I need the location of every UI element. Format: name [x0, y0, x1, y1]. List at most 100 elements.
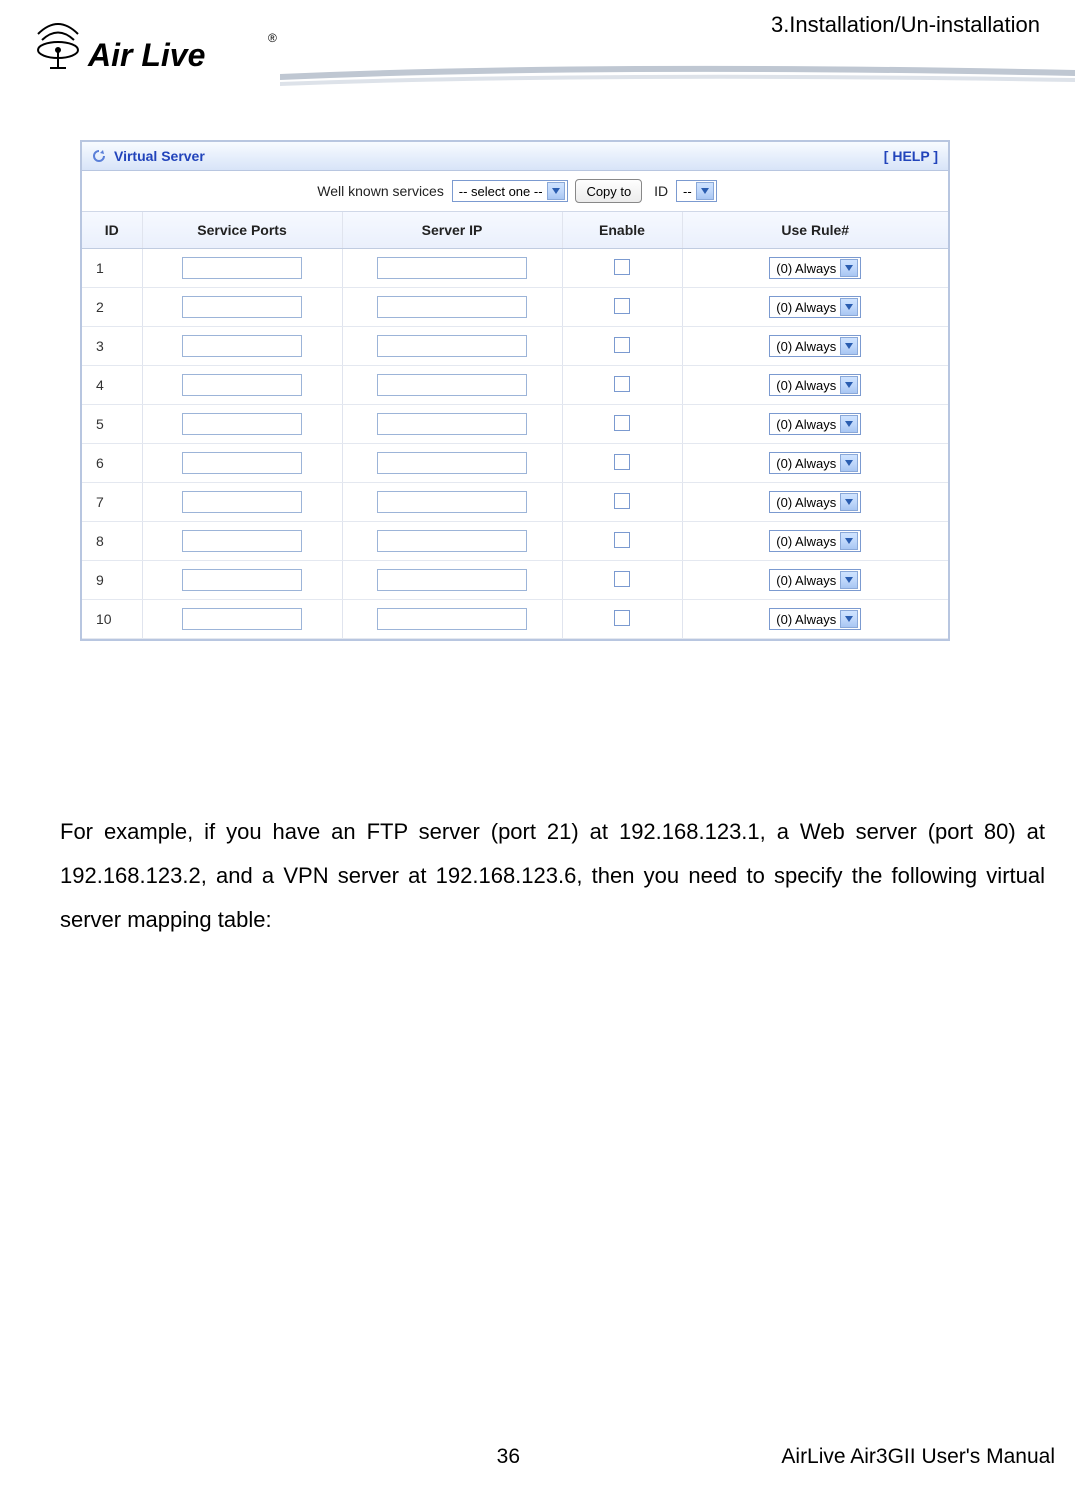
col-id: ID [82, 212, 142, 249]
use-rule-value: (0) Always [776, 261, 836, 276]
chevron-down-icon [696, 182, 714, 200]
refresh-icon [92, 149, 106, 163]
use-rule-select[interactable]: (0) Always [769, 335, 861, 357]
col-use-rule: Use Rule# [682, 212, 948, 249]
row-id: 7 [82, 483, 142, 522]
row-id: 3 [82, 327, 142, 366]
use-rule-select[interactable]: (0) Always [769, 608, 861, 630]
table-row: 1 (0) Always [82, 249, 948, 288]
row-id: 4 [82, 366, 142, 405]
enable-checkbox[interactable] [614, 415, 630, 431]
row-id: 9 [82, 561, 142, 600]
use-rule-select[interactable]: (0) Always [769, 569, 861, 591]
chevron-down-icon [840, 376, 858, 394]
id-label: ID [654, 183, 668, 199]
server-ip-input[interactable] [377, 608, 527, 630]
service-ports-input[interactable] [182, 608, 302, 630]
chevron-down-icon [840, 259, 858, 277]
chevron-down-icon [840, 571, 858, 589]
chevron-down-icon [840, 298, 858, 316]
use-rule-select[interactable]: (0) Always [769, 374, 861, 396]
use-rule-value: (0) Always [776, 456, 836, 471]
id-select[interactable]: -- [676, 180, 717, 202]
row-id: 6 [82, 444, 142, 483]
chevron-down-icon [840, 415, 858, 433]
manual-title: AirLive Air3GII User's Manual [781, 1445, 1055, 1469]
table-row: 6 (0) Always [82, 444, 948, 483]
service-ports-input[interactable] [182, 374, 302, 396]
enable-checkbox[interactable] [614, 532, 630, 548]
enable-checkbox[interactable] [614, 337, 630, 353]
enable-checkbox[interactable] [614, 259, 630, 275]
use-rule-value: (0) Always [776, 417, 836, 432]
row-id: 5 [82, 405, 142, 444]
service-ports-input[interactable] [182, 491, 302, 513]
server-ip-input[interactable] [377, 530, 527, 552]
col-service-ports: Service Ports [142, 212, 342, 249]
enable-checkbox[interactable] [614, 298, 630, 314]
table-row: 5 (0) Always [82, 405, 948, 444]
chevron-down-icon [840, 610, 858, 628]
use-rule-select[interactable]: (0) Always [769, 452, 861, 474]
server-ip-input[interactable] [377, 374, 527, 396]
table-row: 8 (0) Always [82, 522, 948, 561]
server-ip-input[interactable] [377, 296, 527, 318]
col-enable: Enable [562, 212, 682, 249]
use-rule-value: (0) Always [776, 534, 836, 549]
enable-checkbox[interactable] [614, 376, 630, 392]
server-ip-input[interactable] [377, 452, 527, 474]
use-rule-value: (0) Always [776, 378, 836, 393]
row-id: 10 [82, 600, 142, 639]
well-known-value: -- select one -- [459, 184, 543, 199]
chevron-down-icon [547, 182, 565, 200]
enable-checkbox[interactable] [614, 454, 630, 470]
virtual-server-table: ID Service Ports Server IP Enable Use Ru… [82, 212, 948, 639]
chevron-down-icon [840, 454, 858, 472]
use-rule-value: (0) Always [776, 573, 836, 588]
well-known-select[interactable]: -- select one -- [452, 180, 568, 202]
service-ports-input[interactable] [182, 569, 302, 591]
enable-checkbox[interactable] [614, 610, 630, 626]
page-number: 36 [0, 1445, 520, 1469]
enable-checkbox[interactable] [614, 493, 630, 509]
row-id: 8 [82, 522, 142, 561]
chevron-down-icon [840, 493, 858, 511]
copy-to-button[interactable]: Copy to [575, 179, 642, 203]
use-rule-value: (0) Always [776, 300, 836, 315]
use-rule-select[interactable]: (0) Always [769, 296, 861, 318]
service-ports-input[interactable] [182, 530, 302, 552]
virtual-server-panel: Virtual Server [ HELP ] Well known servi… [80, 140, 950, 641]
use-rule-select[interactable]: (0) Always [769, 257, 861, 279]
header-decoration [0, 60, 1075, 100]
row-id: 2 [82, 288, 142, 327]
help-link[interactable]: [ HELP ] [884, 148, 938, 164]
enable-checkbox[interactable] [614, 571, 630, 587]
table-row: 4 (0) Always [82, 366, 948, 405]
body-paragraph: For example, if you have an FTP server (… [60, 810, 1045, 942]
use-rule-value: (0) Always [776, 339, 836, 354]
section-header: 3.Installation/Un-installation [771, 12, 1040, 38]
table-row: 10 (0) Always [82, 600, 948, 639]
server-ip-input[interactable] [377, 569, 527, 591]
server-ip-input[interactable] [377, 413, 527, 435]
toolbar: Well known services -- select one -- Cop… [82, 171, 948, 212]
server-ip-input[interactable] [377, 257, 527, 279]
service-ports-input[interactable] [182, 257, 302, 279]
use-rule-select[interactable]: (0) Always [769, 491, 861, 513]
server-ip-input[interactable] [377, 491, 527, 513]
server-ip-input[interactable] [377, 335, 527, 357]
chevron-down-icon [840, 337, 858, 355]
service-ports-input[interactable] [182, 335, 302, 357]
table-row: 2 (0) Always [82, 288, 948, 327]
id-value: -- [683, 184, 692, 199]
use-rule-select[interactable]: (0) Always [769, 413, 861, 435]
panel-title: Virtual Server [114, 148, 205, 164]
svg-text:®: ® [268, 31, 277, 45]
service-ports-input[interactable] [182, 452, 302, 474]
well-known-label: Well known services [317, 183, 444, 199]
service-ports-input[interactable] [182, 413, 302, 435]
service-ports-input[interactable] [182, 296, 302, 318]
use-rule-select[interactable]: (0) Always [769, 530, 861, 552]
row-id: 1 [82, 249, 142, 288]
use-rule-value: (0) Always [776, 612, 836, 627]
